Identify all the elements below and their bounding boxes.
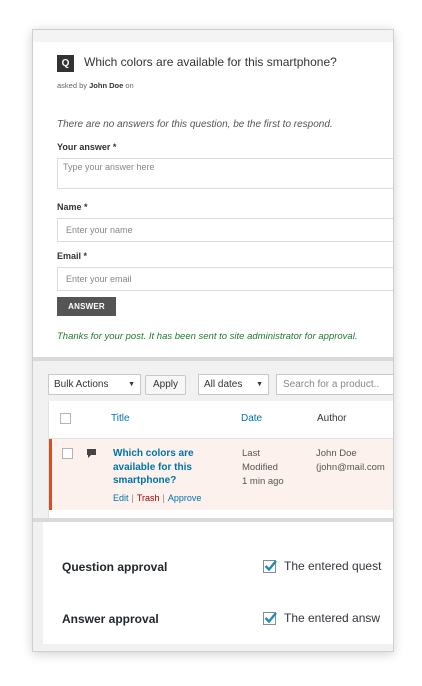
question-panel: Q Which colors are available for this sm… — [33, 30, 393, 357]
answer-textarea[interactable]: Type your answer here — [57, 158, 393, 189]
row-date-line: Last — [242, 448, 260, 459]
answer-approval-checkbox[interactable] — [263, 612, 277, 625]
caret-down-icon: ▼ — [256, 381, 263, 388]
checkmark-icon — [264, 560, 277, 572]
select-all-checkbox[interactable] — [60, 413, 71, 424]
row-title-link[interactable]: Which colors are available for this smar… — [113, 447, 213, 488]
question-title: Which colors are available for this smar… — [84, 55, 337, 69]
bulk-actions-select[interactable]: Bulk Actions ▼ — [48, 374, 141, 395]
row-title-line: available for this — [113, 461, 192, 473]
answer-approval-label: Answer approval — [62, 612, 159, 626]
email-input[interactable]: Enter your email — [57, 267, 393, 291]
answer-submit-button[interactable]: ANSWER — [57, 297, 116, 316]
name-label: Name * — [57, 202, 88, 212]
thanks-message: Thanks for your post. It has been sent t… — [57, 331, 358, 342]
row-author-name: John Doe — [316, 448, 357, 459]
name-input[interactable]: Enter your name — [57, 218, 393, 242]
product-search-input[interactable]: Search for a product.. — [276, 374, 393, 395]
row-date-line: Modified — [242, 462, 278, 473]
answer-label: Your answer * — [57, 142, 117, 152]
asked-user[interactable]: John Doe — [89, 81, 123, 90]
row-date-line: 1 min ago — [242, 476, 284, 487]
dates-filter-value: All dates — [204, 379, 243, 390]
question-approval-label: Question approval — [62, 560, 168, 574]
column-author: Author — [317, 413, 347, 424]
question-approval-checkbox[interactable] — [263, 560, 277, 573]
comment-icon — [87, 449, 96, 458]
settings-panel: Question approval The entered quest Answ… — [33, 522, 393, 651]
edit-link[interactable]: Edit — [113, 493, 129, 503]
screenshot-frame: Q Which colors are available for this sm… — [32, 29, 394, 652]
dates-filter-select[interactable]: All dates ▼ — [198, 374, 269, 395]
row-author-email: (john@mail.com — [316, 462, 385, 473]
settings-card: Question approval The entered quest Answ… — [43, 522, 393, 644]
table-header: Title Date Author — [49, 401, 393, 439]
trash-link[interactable]: Trash — [137, 493, 160, 503]
question-approval-text: The entered quest — [284, 559, 382, 573]
row-title-line: Which colors are — [113, 448, 194, 459]
action-separator: | — [162, 493, 165, 503]
bulk-actions-value: Bulk Actions — [54, 379, 109, 390]
answer-approval-text: The entered answ — [284, 611, 381, 625]
admin-list-panel: Bulk Actions ▼ Apply All dates ▼ Search … — [33, 361, 393, 518]
panel-top-strip — [33, 30, 393, 42]
asked-suffix: on — [125, 81, 134, 90]
table-row: Which colors are available for this smar… — [49, 439, 393, 510]
email-label: Email * — [57, 251, 88, 261]
approve-link[interactable]: Approve — [168, 493, 202, 503]
no-answers-message: There are no answers for this question, … — [57, 119, 333, 130]
action-separator: | — [131, 493, 134, 503]
column-title[interactable]: Title — [111, 413, 130, 424]
row-title-line: smartphone? — [113, 475, 177, 486]
questions-table: Title Date Author Which colors are avail… — [48, 401, 393, 518]
caret-down-icon: ▼ — [128, 381, 135, 388]
row-date: Last Modified 1 min ago — [242, 447, 284, 489]
question-badge-icon: Q — [57, 55, 74, 72]
row-checkbox[interactable] — [62, 448, 73, 459]
apply-button[interactable]: Apply — [145, 375, 186, 395]
row-author: John Doe (john@mail.com — [316, 447, 385, 475]
row-actions: Edit | Trash | Approve — [113, 493, 201, 503]
column-date[interactable]: Date — [241, 413, 262, 424]
asked-by-line: asked by John Doe on — [57, 81, 134, 90]
checkmark-icon — [264, 612, 277, 624]
asked-prefix: asked by — [57, 81, 88, 90]
